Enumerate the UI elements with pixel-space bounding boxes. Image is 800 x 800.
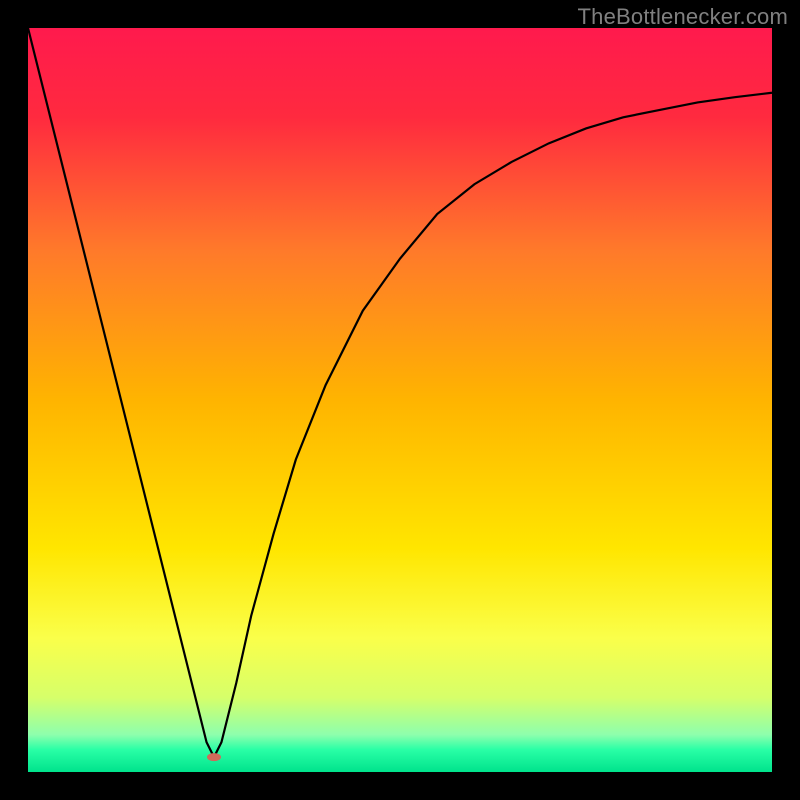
gradient-background bbox=[28, 28, 772, 772]
optimal-marker bbox=[207, 753, 221, 761]
watermark-text: TheBottlenecker.com bbox=[578, 4, 788, 30]
plot-area bbox=[28, 28, 772, 772]
chart-frame: TheBottlenecker.com bbox=[0, 0, 800, 800]
chart-svg bbox=[28, 28, 772, 772]
